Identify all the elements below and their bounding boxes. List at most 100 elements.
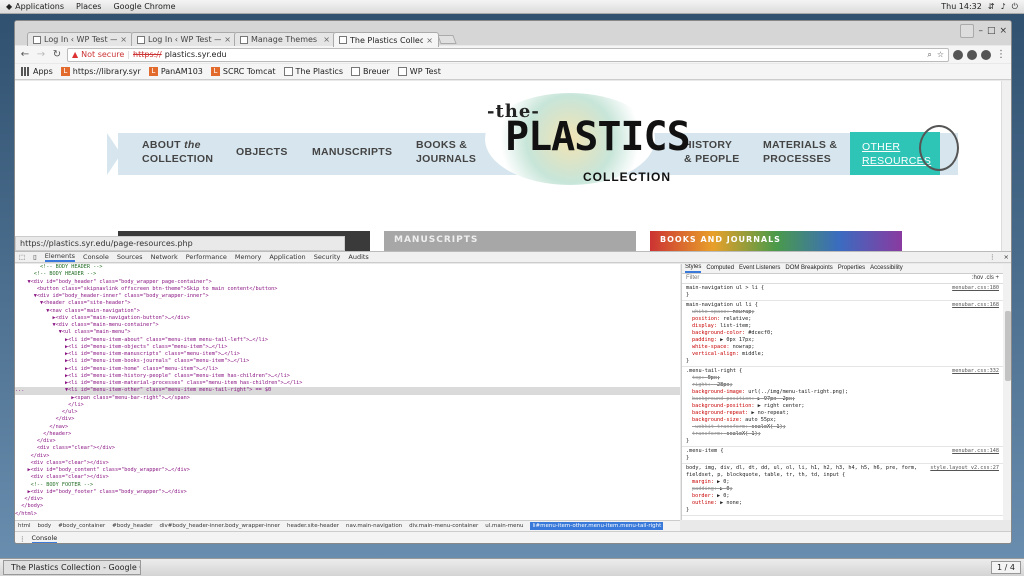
console-drawer-tab[interactable]: Console [31,534,58,543]
workspace-indicator[interactable]: 1 / 4 [991,561,1021,574]
extension-icon[interactable] [953,49,963,60]
devtools-tab-audits[interactable]: Audits [348,253,368,261]
forward-icon[interactable]: → [35,49,47,60]
devtools-tab-memory[interactable]: Memory [235,253,261,261]
dom-node-line[interactable]: ▶<span class="menu-bar-right">…</span> [15,395,680,402]
maximize-icon[interactable]: □ [987,26,996,36]
css-rule[interactable]: menubar.css:180 main-navigation ul > li {… [682,284,1003,301]
taskbar-chrome-window[interactable]: The Plastics Collection - Google Chr... [3,560,141,575]
close-window-icon[interactable]: × [999,26,1007,36]
close-icon[interactable]: × [224,35,231,44]
nav-about[interactable]: ABOUT the COLLECTION [142,138,213,166]
css-rule-source-link[interactable]: menubar.css:332 [952,368,999,375]
bookmark-library[interactable]: L https://library.syr [60,67,141,76]
css-declaration[interactable]: -webkit-transform: scaleX(-1); [686,424,999,431]
nav-materials-processes[interactable]: MATERIALS & PROCESSES [763,138,837,166]
dom-node-line[interactable]: </div> [15,496,680,503]
css-declaration[interactable]: background-image: url(../img/menu-tail-r… [686,389,999,396]
devtools-tab-security[interactable]: Security [314,253,341,261]
inspect-icon[interactable]: ⬚ [19,253,25,261]
dom-node-line[interactable]: ... ▼<li id="menu-item-other" class="men… [15,387,680,395]
css-declaration[interactable]: border: ▶ 0; [686,493,999,500]
css-declaration[interactable]: white-space: nowrap; [686,344,999,351]
bookmark-wp-test[interactable]: WP Test [397,67,441,76]
tab-plastics-collection[interactable]: The Plastics Collec × [333,32,439,47]
dom-node-line[interactable]: </ul> [15,409,680,416]
extension-icon[interactable] [967,49,977,60]
places-menu[interactable]: Places [70,2,107,11]
breadcrumb-item[interactable]: body [38,523,52,529]
styles-scrollbar-thumb[interactable] [1005,311,1011,381]
page-scrollbar[interactable] [1001,81,1011,251]
devtools-tab-elements[interactable]: Elements [44,252,76,262]
devtools-close-icon[interactable]: × [1004,253,1009,261]
css-rule-source-link[interactable]: menubar.css:148 [952,448,999,455]
devtools-tab-sources[interactable]: Sources [117,253,143,261]
breadcrumb-item[interactable]: #body_container [58,523,105,529]
tab-login-2[interactable]: Log In ‹ WP Test — × [131,32,237,46]
css-declaration[interactable]: background-repeat: ▶ no-repeat; [686,410,999,417]
css-declaration[interactable]: display: list-item; [686,323,999,330]
dom-node-line[interactable]: ▼<header class="site-header"> [15,300,680,307]
url-scheme[interactable]: https:// [133,50,162,59]
tab-manage-themes[interactable]: Manage Themes ‹ W × [234,32,336,46]
dom-node-line[interactable]: ▶<li id="menu-item-about" class="menu-it… [15,337,680,344]
volume-icon[interactable]: ♪ [1001,2,1006,11]
dom-node-line[interactable]: <!-- BODY HEADER --> [15,264,680,271]
styles-tab-accessibility[interactable]: Accessibility [870,265,903,272]
styles-tab-dom-breakpoints[interactable]: DOM Breakpoints [785,265,832,272]
css-declaration[interactable]: padding: ▶ 0; [686,486,999,493]
dom-node-line[interactable]: ▶<div id="body_footer" class="body_wrapp… [15,489,680,496]
profile-icon[interactable] [960,24,975,38]
styles-tab-properties[interactable]: Properties [838,265,865,272]
star-icon[interactable]: ☆ [937,50,944,60]
css-declaration[interactable]: padding: ▶ 0px 17px; [686,337,999,344]
bookmark-scrc-tomcat[interactable]: L SCRC Tomcat [210,67,276,76]
dom-node-line[interactable]: <div class="clear"></div> [15,474,680,481]
breadcrumb-item[interactable]: #body_header [112,523,152,529]
css-declaration[interactable]: right: -28px; [686,382,999,389]
css-rule[interactable]: menubar.css:148 .menu-item {} [682,447,1003,464]
dom-node-line[interactable]: ▼<ul class="main-menu"> [15,329,680,336]
dom-node-line[interactable]: </html> [15,511,680,518]
dom-node-line[interactable]: </header> [15,431,680,438]
applications-menu[interactable]: ◆ Applications [0,2,70,11]
dom-node-line[interactable]: ▶<li id="menu-item-manuscripts" class="m… [15,351,680,358]
power-icon[interactable]: ⏻ [1012,2,1018,12]
dom-node-line[interactable]: <!-- BODY HEADER --> [15,271,680,278]
dom-node-line[interactable]: <div class="clear"></div> [15,460,680,467]
breadcrumb-item[interactable]: header.site-header [287,523,339,529]
close-icon[interactable]: × [120,35,127,44]
styles-scrollbar[interactable] [1003,264,1011,520]
close-icon[interactable]: × [323,35,330,44]
css-rule[interactable]: menubar.css:168 main-navigation ul li {wh… [682,301,1003,367]
not-secure-label[interactable]: Not secure [81,50,124,59]
breadcrumb-item[interactable]: ul.main-menu [485,523,523,529]
css-declaration[interactable]: background-position: ▶ right center; [686,403,999,410]
dom-node-line[interactable]: </div> [15,453,680,460]
logo-plastics[interactable]: PLASTICS [505,115,691,159]
css-declaration[interactable]: top: 0px; [686,375,999,382]
dom-node-line[interactable]: ▼<div id="body_header-inner" class="body… [15,293,680,300]
css-rule-source-link[interactable]: style.layout_v2.css:27 [930,465,999,472]
devtools-tab-console[interactable]: Console [83,253,109,261]
styles-filter[interactable]: Filter :hov .cls + [682,274,1003,284]
dom-node-line[interactable]: </nav> [15,424,680,431]
css-declaration[interactable]: background-size: auto 55px; [686,417,999,424]
dom-node-line[interactable]: ▼<nav class="main-navigation"> [15,308,680,315]
css-rule[interactable]: style.layout_v2.css:27 body, img, div, dl… [682,464,1003,516]
breadcrumb-item[interactable]: html [18,523,31,529]
css-rule-source-link[interactable]: menubar.css:180 [952,285,999,292]
new-tab-button[interactable] [437,35,457,44]
feature-tile-books[interactable]: BOOKS AND JOURNALS [650,231,902,251]
dom-node-line[interactable]: ▶<li id="menu-item-objects" class="menu-… [15,344,680,351]
devtools-menu-icon[interactable]: ⋮ [989,253,996,261]
bookmark-panam103[interactable]: L PanAM103 [148,67,203,76]
dom-node-line[interactable]: </div> [15,416,680,423]
zoom-icon[interactable]: ⌕ [927,50,931,60]
nav-books-journals[interactable]: BOOKS & JOURNALS [416,138,476,166]
nav-objects[interactable]: OBJECTS [236,145,288,159]
breadcrumb-item[interactable]: nav.main-navigation [346,523,402,529]
tab-login-1[interactable]: Log In ‹ WP Test — × [27,32,133,46]
dom-node-line[interactable]: ▶<li id="menu-item-history-people" class… [15,373,680,380]
